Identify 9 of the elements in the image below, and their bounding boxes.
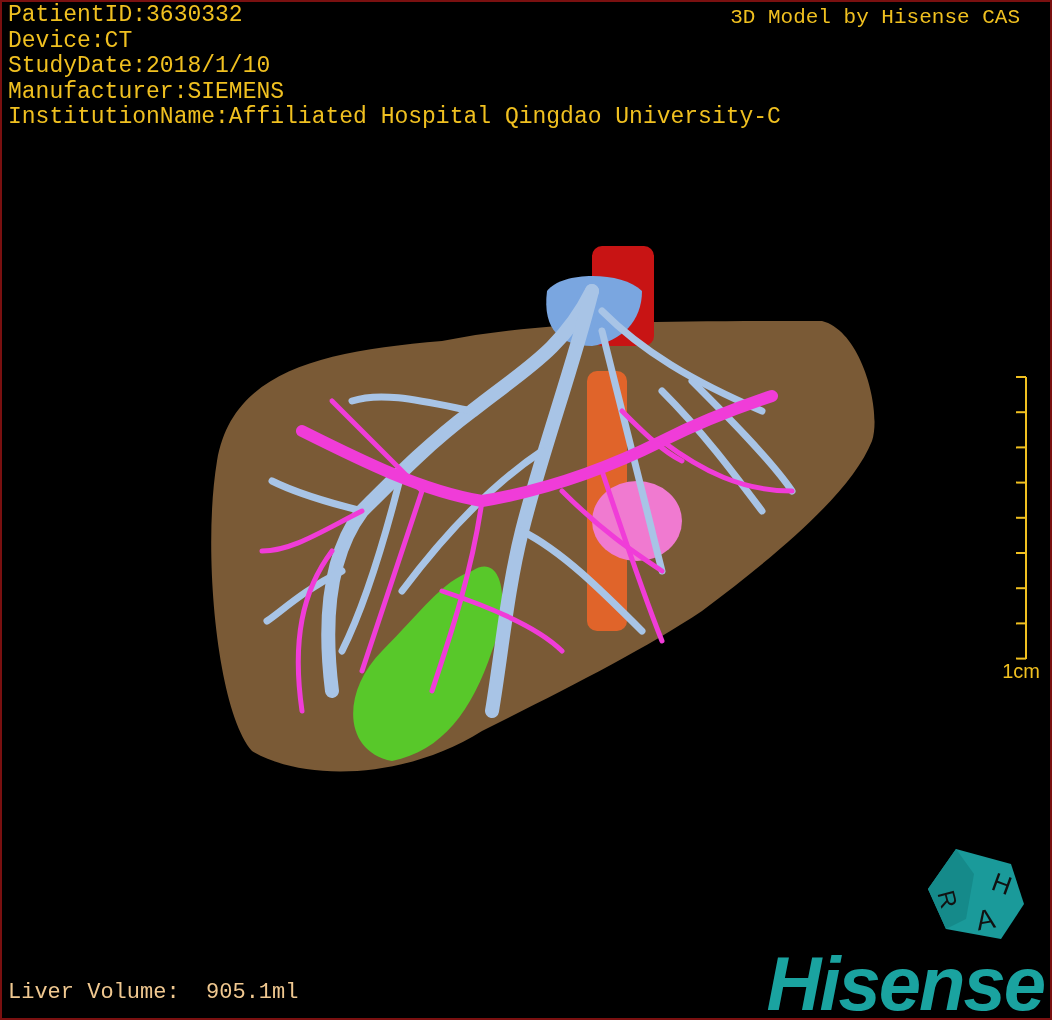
info-text: Manufacturer:SIEMENS <box>8 79 285 105</box>
scale-label: 1cm <box>1002 659 1040 682</box>
info-text: StudyDate:2018/1/10 <box>8 54 271 80</box>
logo-text: Hisense <box>766 944 1044 1018</box>
viewer-title: 3D Model by Hisense CAS <box>730 5 1020 31</box>
info-text: Device:CT <box>8 28 133 54</box>
info-text: InstitutionName:Affiliated Hospital Qingdao University-C <box>8 105 781 131</box>
info-text: PatientID:3630332 <box>8 3 243 29</box>
liver-volume-text: Liver Volume: 905.1ml <box>8 979 299 1007</box>
